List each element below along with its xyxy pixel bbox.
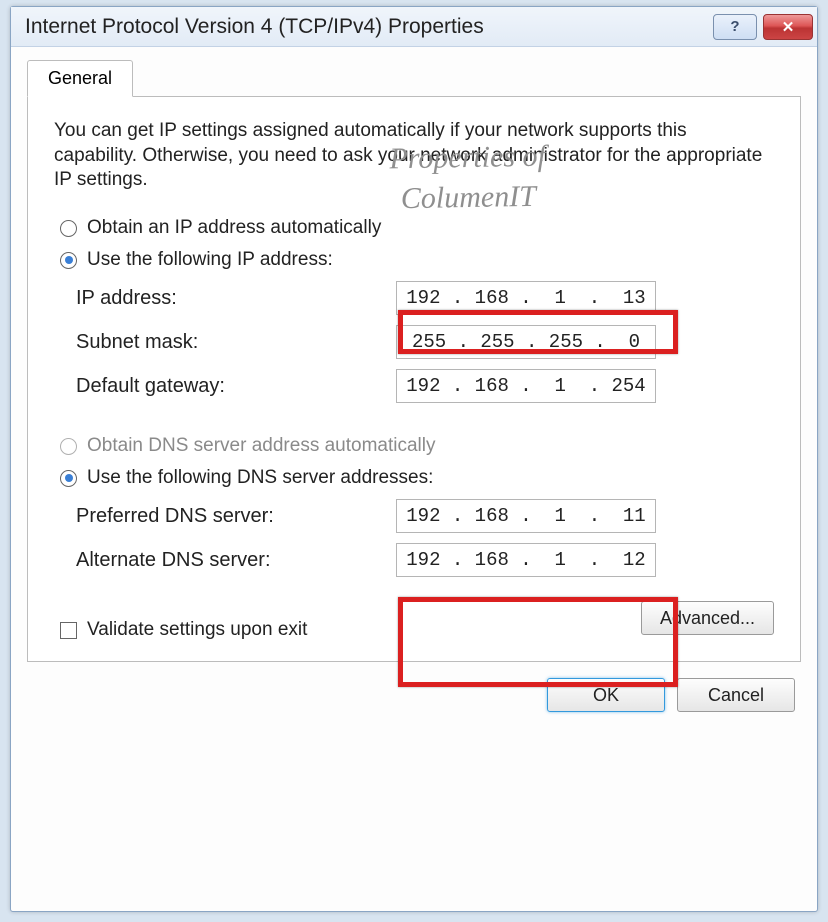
alternate-dns-input[interactable]: 192 . 168 . 1 . 12 [396,543,656,577]
window-title: Internet Protocol Version 4 (TCP/IPv4) P… [25,15,713,39]
titlebar: Internet Protocol Version 4 (TCP/IPv4) P… [11,7,817,47]
subnet-mask-input[interactable]: 255 . 255 . 255 . 0 [396,325,656,359]
field-default-gateway: Default gateway: 192 . 168 . 1 . 254 [76,369,774,403]
field-label: Preferred DNS server: [76,505,396,528]
close-button[interactable]: ✕ [763,14,813,40]
radio-label: Use the following IP address: [87,249,333,271]
tab-body: Properties of ColumenIT You can get IP s… [27,97,801,662]
ip-address-input[interactable]: 192 . 168 . 1 . 13 [396,281,656,315]
radio-icon [60,470,77,487]
close-icon: ✕ [782,18,795,36]
checkbox-icon [60,622,77,639]
radio-label: Obtain DNS server address automatically [87,435,435,457]
preferred-dns-input[interactable]: 192 . 168 . 1 . 11 [396,499,656,533]
radio-dns-manual[interactable]: Use the following DNS server addresses: [60,467,774,489]
advanced-button[interactable]: Advanced... [641,601,774,635]
description-text: You can get IP settings assigned automat… [54,119,774,193]
ok-button[interactable]: OK [547,678,665,712]
radio-dns-auto: Obtain DNS server address automatically [60,435,774,457]
checkbox-label: Validate settings upon exit [87,619,307,641]
field-label: Subnet mask: [76,331,396,354]
radio-ip-auto[interactable]: Obtain an IP address automatically [60,217,774,239]
field-alternate-dns: Alternate DNS server: 192 . 168 . 1 . 12 [76,543,774,577]
field-label: Alternate DNS server: [76,549,396,572]
radio-ip-manual[interactable]: Use the following IP address: [60,249,774,271]
radio-icon [60,220,77,237]
field-preferred-dns: Preferred DNS server: 192 . 168 . 1 . 11 [76,499,774,533]
radio-icon [60,252,77,269]
default-gateway-input[interactable]: 192 . 168 . 1 . 254 [396,369,656,403]
radio-icon [60,438,77,455]
help-button[interactable]: ? [713,14,757,40]
dialog-window: Internet Protocol Version 4 (TCP/IPv4) P… [10,6,818,912]
field-label: IP address: [76,287,396,310]
field-ip-address: IP address: 192 . 168 . 1 . 13 [76,281,774,315]
tab-general[interactable]: General [27,60,133,97]
client-area: General Properties of ColumenIT You can … [11,47,817,728]
field-subnet-mask: Subnet mask: 255 . 255 . 255 . 0 [76,325,774,359]
dialog-buttons: OK Cancel [27,678,801,712]
radio-label: Obtain an IP address automatically [87,217,381,239]
radio-label: Use the following DNS server addresses: [87,467,433,489]
tabstrip: General [27,59,801,97]
field-label: Default gateway: [76,375,396,398]
question-icon: ? [730,18,739,35]
cancel-button[interactable]: Cancel [677,678,795,712]
checkbox-validate-settings[interactable]: Validate settings upon exit [60,619,641,641]
